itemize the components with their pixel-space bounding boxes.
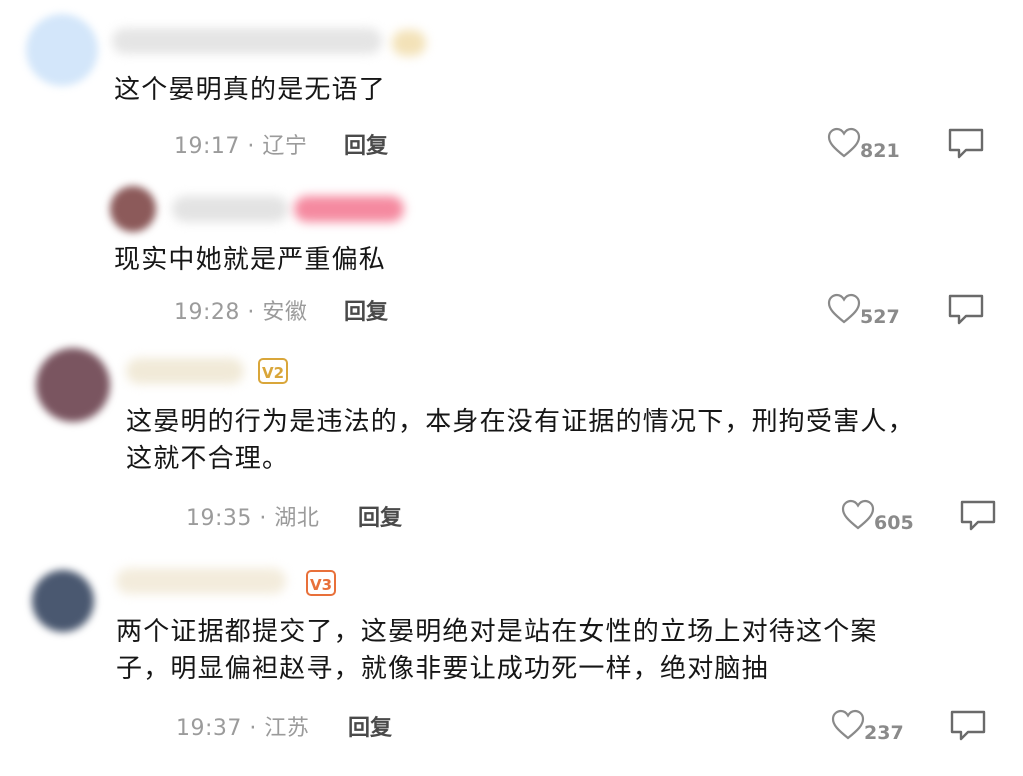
comment-meta: 19:37 · 江苏 [176,710,309,742]
comment-text-line: 两个证据都提交了，这晏明绝对是站在女性的立场上对待这个案 [116,617,878,647]
comment-meta: 19:17 · 辽宁 [174,128,307,160]
reply-button[interactable]: 回复 [344,294,388,326]
meta-separator: · [247,134,255,159]
like-button[interactable]: 821 [826,126,906,162]
chat-bubble-icon [950,710,986,741]
comment-text-line: 这晏明的行为是违法的，本身在没有证据的情况下，刑拘受害人， [126,407,915,437]
like-button[interactable]: 237 [830,708,910,744]
comment-time: 19:17 [174,134,240,159]
comment-text-line: 现实中她就是严重偏私 [114,245,387,275]
user-badge-blurred [392,30,426,56]
reply-button[interactable]: 回复 [348,710,392,742]
user-badge-blurred [294,196,404,222]
like-count: 527 [860,306,900,328]
like-count: 237 [864,722,904,744]
heart-icon [831,709,865,740]
comment-text: 两个证据都提交了，这晏明绝对是站在女性的立场上对待这个案 子，明显偏袒赵寻，就像… [116,614,878,688]
comment-time: 19:35 [186,506,252,531]
like-button[interactable]: 527 [826,292,906,328]
reply-button[interactable]: 回复 [344,128,388,160]
comment-time: 19:37 [176,716,242,741]
like-count: 605 [874,512,914,534]
comment-text: 这晏明的行为是违法的，本身在没有证据的情况下，刑拘受害人， 这就不合理。 [126,404,915,478]
comment-location: 江苏 [264,716,310,741]
like-count: 821 [860,140,900,162]
heart-icon [841,499,875,530]
comment-text-line: 子，明显偏袒赵寻，就像非要让成功死一样，绝对脑抽 [116,654,769,684]
heart-icon [827,293,861,324]
chat-bubble-icon [960,500,996,531]
username-blurred[interactable] [126,358,244,384]
comment-location: 湖北 [274,506,320,531]
comment-location: 安徽 [262,300,308,325]
comment-text: 这个晏明真的是无语了 [114,72,386,109]
comment-button[interactable] [958,498,998,534]
comment-button[interactable] [948,708,988,744]
comment-time: 19:28 [174,300,240,325]
level-badge: V3 [306,570,336,596]
comment-button[interactable] [946,292,986,328]
reply-button[interactable]: 回复 [358,500,402,532]
username-blurred[interactable] [172,196,288,222]
comment-text-line: 这个晏明真的是无语了 [114,75,387,105]
level-badge: V2 [258,358,288,384]
heart-icon [827,127,861,158]
avatar[interactable] [32,570,94,632]
meta-separator: · [249,716,257,741]
comment-meta: 19:35 · 湖北 [186,500,319,532]
chat-bubble-icon [948,128,984,159]
chat-bubble-icon [948,294,984,325]
avatar[interactable] [26,14,98,86]
comment-button[interactable] [946,126,986,162]
meta-separator: · [247,300,255,325]
comment-text-line: 这就不合理。 [126,444,290,474]
avatar[interactable] [36,348,110,422]
like-button[interactable]: 605 [840,498,920,534]
meta-separator: · [259,506,267,531]
avatar[interactable] [110,186,156,232]
username-blurred[interactable] [112,28,382,54]
comment-text: 现实中她就是严重偏私 [114,242,386,279]
username-blurred[interactable] [116,568,286,594]
comment-meta: 19:28 · 安徽 [174,294,307,326]
comment-location: 辽宁 [262,134,308,159]
